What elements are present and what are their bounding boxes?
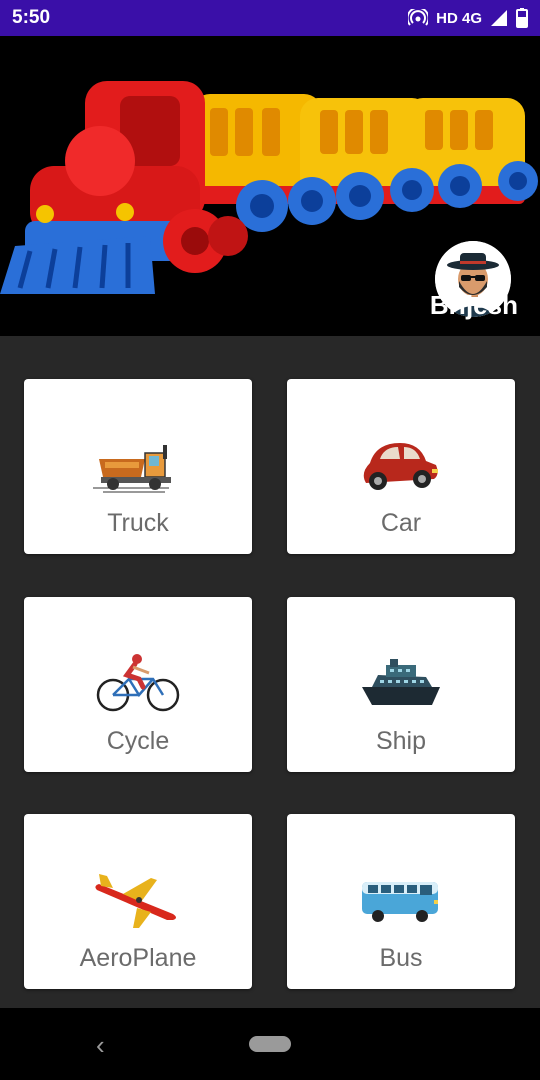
card-label: Car: [380, 509, 422, 537]
card-cycle[interactable]: Cycle: [24, 597, 252, 772]
card-label: Truck: [107, 509, 169, 537]
status-bar: 5:50 HD 4G: [0, 0, 540, 36]
card-truck[interactable]: Truck: [24, 379, 252, 554]
navigation-bar: ‹: [0, 1008, 540, 1080]
card-ship[interactable]: Ship: [287, 597, 515, 772]
status-icons: HD 4G: [408, 8, 528, 28]
car-icon: [363, 443, 438, 490]
profile-name: Brijesh: [429, 290, 518, 320]
aeroplane-icon: [95, 874, 176, 928]
cycle-icon: [96, 654, 180, 712]
network-label: HD 4G: [436, 9, 482, 27]
card-car[interactable]: Car: [287, 379, 515, 554]
card-bus[interactable]: Bus: [287, 814, 515, 989]
status-time: 5:50: [12, 7, 51, 28]
card-label: Ship: [375, 727, 427, 755]
truck-icon: [93, 445, 171, 493]
back-icon[interactable]: ‹: [96, 1030, 105, 1061]
card-aeroplane[interactable]: AeroPlane: [24, 814, 252, 989]
battery-icon: [516, 8, 528, 28]
profile-header: Brijesh: [0, 36, 540, 336]
ship-icon: [362, 659, 440, 705]
card-label: Cycle: [106, 727, 170, 755]
home-pill-icon[interactable]: [249, 1036, 291, 1052]
card-label: Bus: [379, 944, 423, 972]
signal-icon: [490, 9, 508, 27]
bus-icon: [362, 882, 438, 922]
hotspot-icon: [408, 9, 429, 27]
card-label: AeroPlane: [79, 944, 197, 972]
